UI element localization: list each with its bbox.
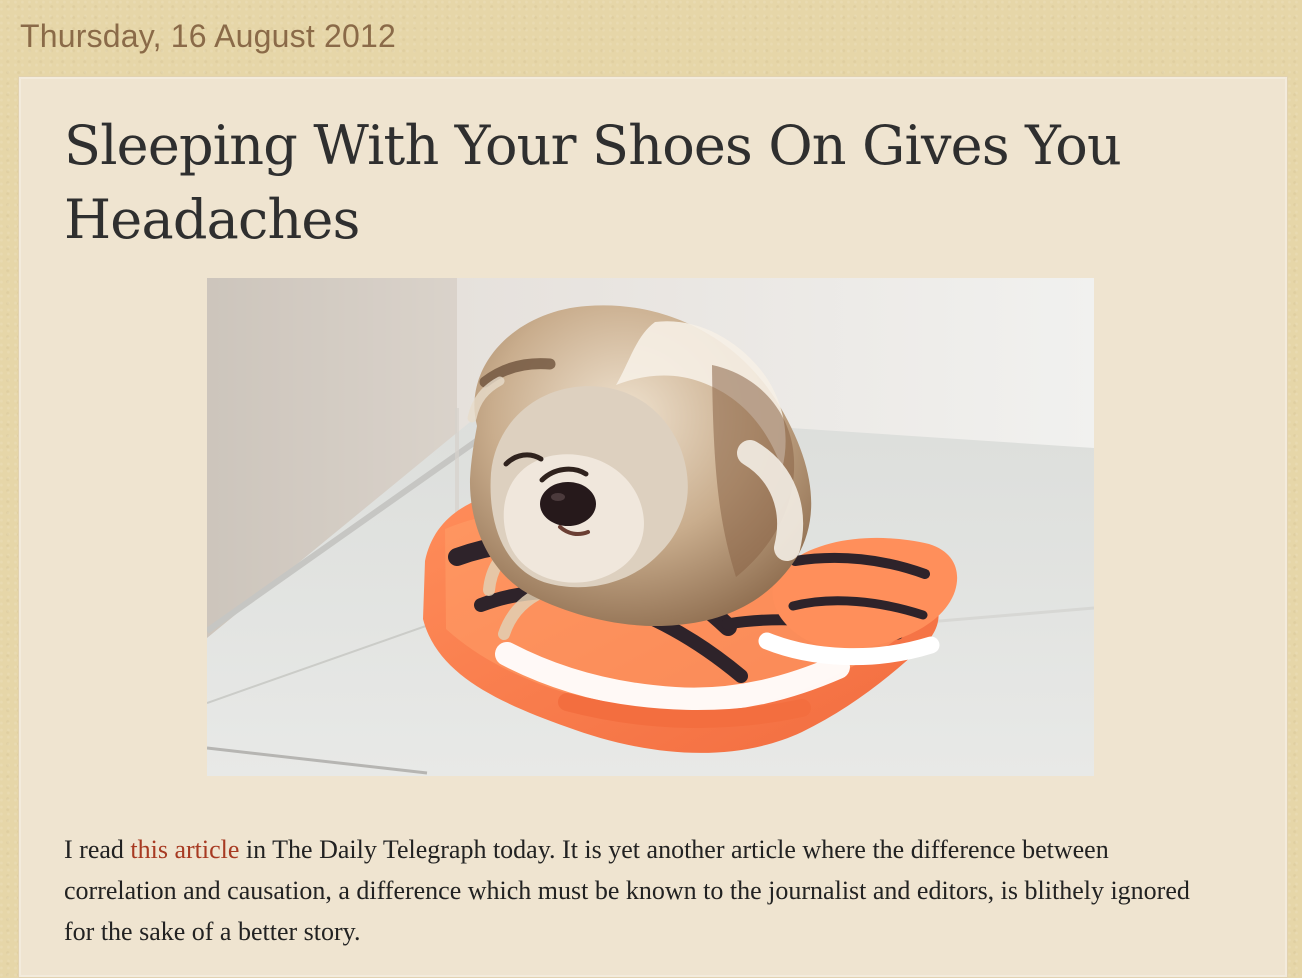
post-panel: Sleeping With Your Shoes On Gives You He… [18, 76, 1288, 978]
article-link[interactable]: this article [130, 835, 239, 864]
post-body-text-before-link: I read [64, 835, 131, 864]
puppy-shoes-illustration [207, 278, 1094, 776]
post-image [207, 278, 1094, 776]
post-date: Thursday, 16 August 2012 [20, 18, 397, 54]
post-body: I read this article in The Daily Telegra… [64, 829, 1224, 952]
post-title: Sleeping With Your Shoes On Gives You He… [64, 114, 1122, 251]
